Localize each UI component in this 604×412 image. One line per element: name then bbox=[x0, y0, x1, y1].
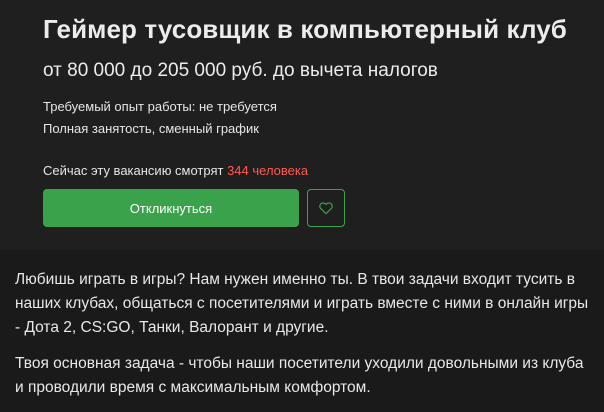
experience-requirement: Требуемый опыт работы: не требуется bbox=[43, 99, 277, 114]
employment-type: Полная занятость, сменный график bbox=[43, 121, 259, 136]
vacancy-salary: от 80 000 до 205 000 руб. до вычета нало… bbox=[43, 60, 438, 81]
description-paragraph: Любишь играть в игры? Нам нужен именно т… bbox=[15, 271, 589, 336]
heart-icon bbox=[318, 200, 334, 216]
favorite-button[interactable] bbox=[307, 189, 345, 227]
vacancy-title: Геймер тусовщик в компьютерный клуб bbox=[43, 14, 567, 44]
viewers-count: 344 человека bbox=[227, 163, 309, 178]
vacancy-description: Любишь играть в игры? Нам нужен именно т… bbox=[15, 268, 590, 412]
viewers-notice: Сейчас эту вакансию смотрят 344 человека bbox=[43, 163, 308, 178]
apply-button[interactable]: Откликнуться bbox=[43, 189, 299, 227]
description-paragraph: Твоя основная задача - чтобы наши посети… bbox=[15, 355, 584, 396]
vacancy-header-card: Геймер тусовщик в компьютерный клуб от 8… bbox=[0, 0, 604, 250]
viewers-prefix: Сейчас эту вакансию смотрят bbox=[43, 163, 228, 178]
